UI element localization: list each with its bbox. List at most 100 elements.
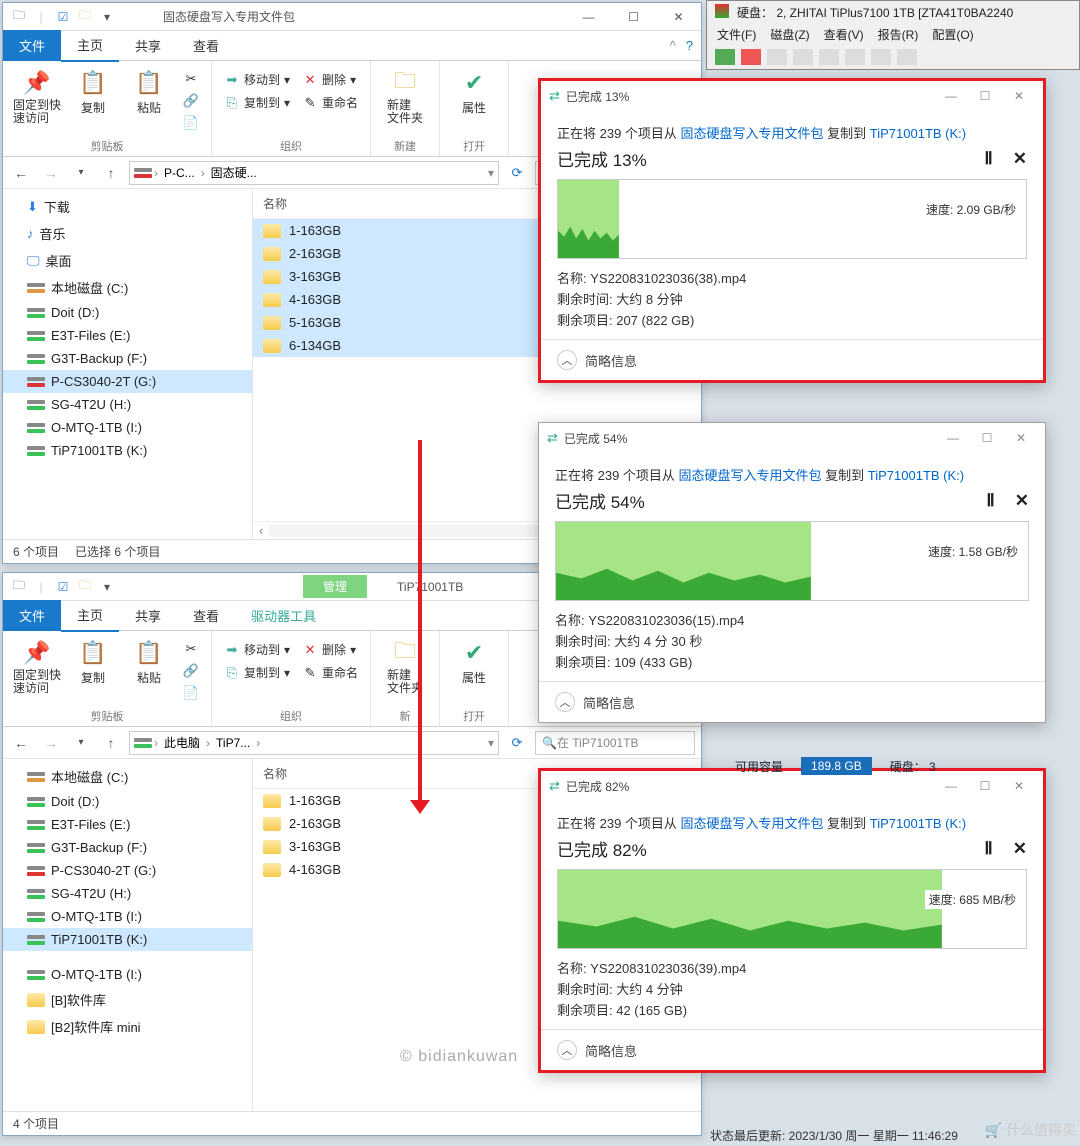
nav-item[interactable]: E3T-Files (E:) — [3, 813, 252, 836]
copyto-button[interactable]: ⎘复制到 ▾ — [220, 662, 294, 683]
brief-info[interactable]: 简略信息 — [583, 693, 635, 712]
src-link[interactable]: 固态硬盘写入专用文件包 — [679, 468, 822, 483]
dialog-footer[interactable]: ︿ 简略信息 — [541, 339, 1043, 380]
tab-view[interactable]: 查看 — [177, 30, 235, 61]
min-button[interactable]: — — [937, 431, 969, 445]
refresh-button[interactable]: ⟳ — [505, 735, 529, 751]
cdi-menu-report[interactable]: 报告(R) — [878, 26, 919, 43]
cancel-button[interactable]: ✕ — [1015, 491, 1029, 511]
refresh-button[interactable]: ⟳ — [505, 165, 529, 181]
chevron-up-icon[interactable]: ︿ — [557, 1040, 577, 1060]
tab-home[interactable]: 主页 — [61, 29, 119, 62]
nav-item[interactable]: TiP71001TB (K:) — [3, 928, 252, 951]
breadcrumb[interactable]: ›此电脑 ›TiP7... › ▾ — [129, 731, 499, 755]
delete-button[interactable]: ✕删除 ▾ — [298, 639, 362, 660]
nav-item[interactable]: 本地磁盘 (C:) — [3, 274, 252, 301]
qat-check[interactable]: ☑ — [55, 9, 71, 25]
max-button[interactable]: ☐ — [969, 779, 1001, 793]
copy-button[interactable]: 📋复制 — [67, 635, 119, 686]
nav-item[interactable]: ⬇下载 — [3, 193, 252, 220]
moveto-button[interactable]: ➡移动到 ▾ — [220, 639, 294, 660]
nav-item[interactable]: ♪音乐 — [3, 220, 252, 247]
close-button[interactable]: ✕ — [1003, 89, 1035, 103]
nav-item[interactable]: Doit (D:) — [3, 301, 252, 324]
nav-item[interactable]: P-CS3040-2T (G:) — [3, 370, 252, 393]
up-button[interactable]: ↑ — [99, 161, 123, 185]
nav-pane[interactable]: 本地磁盘 (C:)Doit (D:)E3T-Files (E:)G3T-Back… — [3, 759, 253, 1111]
src-link[interactable]: 固态硬盘写入专用文件包 — [681, 816, 824, 831]
brief-info[interactable]: 简略信息 — [585, 351, 637, 370]
max-button[interactable]: ☐ — [969, 89, 1001, 103]
recent-dd[interactable]: ▾ — [69, 731, 93, 755]
rename-button[interactable]: ✎重命名 — [298, 662, 362, 683]
copy-button[interactable]: 📋复制 — [67, 65, 119, 116]
src-link[interactable]: 固态硬盘写入专用文件包 — [681, 126, 824, 141]
dialog-titlebar[interactable]: ⇄已完成 54%—☐✕ — [539, 423, 1045, 453]
pause-button[interactable]: Ⅱ — [984, 149, 992, 169]
nav-item[interactable]: TiP71001TB (K:) — [3, 439, 252, 462]
nav-item[interactable]: O-MTQ-1TB (I:) — [3, 416, 252, 439]
cdi-menu-file[interactable]: 文件(F) — [717, 26, 756, 43]
nav-item[interactable]: O-MTQ-1TB (I:) — [3, 905, 252, 928]
nav-item[interactable]: Doit (D:) — [3, 790, 252, 813]
copyto-button[interactable]: ⎘复制到 ▾ — [220, 92, 294, 113]
cancel-button[interactable]: ✕ — [1013, 149, 1027, 169]
min-button[interactable]: — — [566, 3, 611, 31]
newfolder-button[interactable]: 🗀新建 文件夹 — [379, 65, 431, 125]
paste-button[interactable]: 📋粘贴 — [123, 65, 175, 116]
qat-dd[interactable]: ▾ — [99, 9, 115, 25]
ribbon-collapse-icon[interactable]: ^ — [670, 38, 676, 53]
nav-item[interactable]: 🖵桌面 — [3, 247, 252, 274]
paste-button[interactable]: 📋粘贴 — [123, 635, 175, 686]
properties-button[interactable]: ✔属性 — [448, 65, 500, 116]
rename-button[interactable]: ✎重命名 — [298, 92, 362, 113]
properties-button[interactable]: ✔属性 — [448, 635, 500, 686]
nav-item[interactable]: O-MTQ-1TB (I:) — [3, 963, 252, 986]
tab-share[interactable]: 共享 — [119, 600, 177, 631]
newfolder-button[interactable]: 🗀新建 文件夹 — [379, 635, 431, 695]
min-button[interactable]: — — [935, 779, 967, 793]
cdi-menu-disk[interactable]: 磁盘(Z) — [770, 26, 809, 43]
qat-dd[interactable]: ▾ — [99, 579, 115, 595]
nav-item[interactable]: [B2]软件库 mini — [3, 1013, 252, 1040]
tab-drivetools[interactable]: 驱动器工具 — [235, 600, 332, 631]
dst-link[interactable]: TiP71001TB (K:) — [868, 468, 964, 483]
tab-view[interactable]: 查看 — [177, 600, 235, 631]
max-button[interactable]: ☐ — [971, 431, 1003, 445]
forward-button[interactable]: → — [39, 161, 63, 185]
pause-button[interactable]: Ⅱ — [984, 839, 992, 859]
pin-button[interactable]: 📌固定到快 速访问 — [11, 635, 63, 695]
nav-item[interactable]: G3T-Backup (F:) — [3, 836, 252, 859]
forward-button[interactable]: → — [39, 731, 63, 755]
nav-item[interactable]: E3T-Files (E:) — [3, 324, 252, 347]
cdi-menu-view[interactable]: 查看(V) — [824, 26, 864, 43]
cdi-menu-config[interactable]: 配置(O) — [932, 26, 973, 43]
cancel-button[interactable]: ✕ — [1013, 839, 1027, 859]
min-button[interactable]: — — [935, 89, 967, 103]
help-icon[interactable]: ? — [686, 38, 693, 53]
delete-button[interactable]: ✕删除 ▾ — [298, 69, 362, 90]
tab-share[interactable]: 共享 — [119, 30, 177, 61]
dst-link[interactable]: TiP71001TB (K:) — [870, 816, 966, 831]
search-input[interactable]: 🔍 在 TiP71001TB — [535, 731, 695, 755]
nav-item[interactable]: SG-4T2U (H:) — [3, 882, 252, 905]
nav-item[interactable]: [B]软件库 — [3, 986, 252, 1013]
tab-file[interactable]: 文件 — [3, 600, 61, 631]
recent-dd[interactable]: ▾ — [69, 161, 93, 185]
back-button[interactable]: ← — [9, 731, 33, 755]
tab-home[interactable]: 主页 — [61, 599, 119, 632]
brief-info[interactable]: 简略信息 — [585, 1041, 637, 1060]
chevron-up-icon[interactable]: ︿ — [557, 350, 577, 370]
dialog-footer[interactable]: ︿ 简略信息 — [541, 1029, 1043, 1070]
qat-check[interactable]: ☑ — [55, 579, 71, 595]
moveto-button[interactable]: ➡移动到 ▾ — [220, 69, 294, 90]
close-button[interactable]: ✕ — [1005, 431, 1037, 445]
nav-item[interactable]: G3T-Backup (F:) — [3, 347, 252, 370]
titlebar[interactable]: 🗀 | ☑ 🗀 ▾ 固态硬盘写入专用文件包 — ☐ ✕ — [3, 3, 701, 31]
up-button[interactable]: ↑ — [99, 731, 123, 755]
dst-link[interactable]: TiP71001TB (K:) — [870, 126, 966, 141]
pin-button[interactable]: 📌固定到快 速访问 — [11, 65, 63, 125]
chevron-up-icon[interactable]: ︿ — [555, 692, 575, 712]
dialog-titlebar[interactable]: ⇄已完成 82%—☐✕ — [541, 771, 1043, 801]
cdi-menu[interactable]: 文件(F) 磁盘(Z) 查看(V) 报告(R) 配置(O) — [707, 24, 1079, 45]
